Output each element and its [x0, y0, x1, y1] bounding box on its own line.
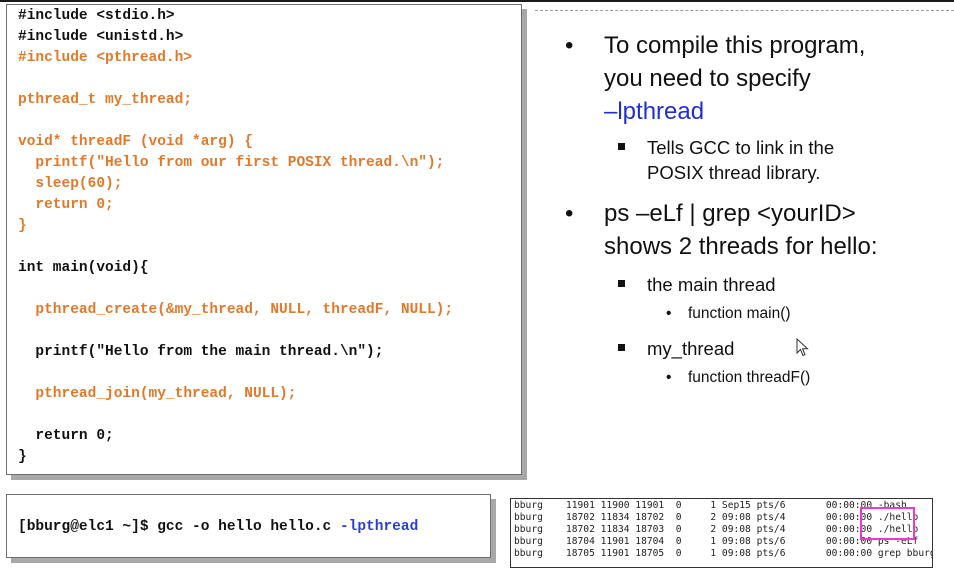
code-line-15: } — [18, 449, 27, 465]
code-line-11: pthread_create(&my_thread, NULL, threadF… — [18, 302, 454, 318]
ps-row: bburg 18702 11834 18703 0 2 09:08 pts/4 … — [514, 524, 919, 535]
hello-highlight-box — [860, 507, 915, 540]
mouse-cursor-icon — [796, 338, 809, 357]
code-line-6: printf("Hello from our first POSIX threa… — [18, 155, 445, 171]
compile-line-1: To compile this program, — [604, 32, 866, 59]
code-line-13: pthread_join(my_thread, NULL); — [18, 386, 297, 402]
code-line-8: return 0; — [18, 197, 114, 213]
code-line-14: return 0; — [18, 428, 114, 444]
square-bullet-icon — [618, 280, 625, 287]
threadF-fn-label: function threadF() — [688, 369, 811, 386]
gcc-line-1: Tells GCC to link in the — [647, 137, 835, 158]
code-line-7: sleep(60); — [18, 176, 123, 192]
ps-line-1: ps –eLf | grep <yourID> — [604, 200, 856, 227]
code-line-12: printf("Hello from the main thread.\n"); — [18, 344, 384, 360]
bullet-dot-icon: • — [666, 369, 672, 386]
compile-command-box: [bburg@elc1 ~]$ gcc -o hello hello.c -lp… — [6, 494, 491, 558]
square-bullet-icon — [618, 344, 625, 351]
slide-bullets: • To compile this program, you need to s… — [565, 0, 950, 400]
my-thread-label: my_thread — [647, 338, 735, 359]
ps-row: bburg 11901 11900 11901 0 1 Sep15 pts/6 … — [514, 500, 907, 511]
gcc-line-2: POSIX thread library. — [647, 162, 821, 183]
main-thread-label: the main thread — [647, 274, 776, 295]
bullet-dot-icon: • — [565, 32, 574, 59]
compile-command: [bburg@elc1 ~]$ gcc -o hello hello.c -lp… — [18, 518, 418, 536]
bullet-dot-icon: • — [666, 305, 672, 322]
main-fn-label: function main() — [688, 305, 791, 322]
compile-flag: –lpthread — [604, 98, 705, 125]
ps-row: bburg 18702 11834 18702 0 2 09:08 pts/4 … — [514, 512, 919, 523]
ps-row: bburg 18704 11901 18704 0 1 09:08 pts/6 … — [514, 536, 919, 547]
code-line-10: int main(void){ — [18, 260, 149, 276]
code-line-5: void* threadF (void *arg) { — [18, 134, 253, 150]
bullet-dot-icon: • — [565, 200, 574, 227]
code-line-4: pthread_t my_thread; — [18, 92, 193, 108]
command-flag: -lpthread — [339, 519, 419, 535]
command-prompt: [bburg@elc1 ~]$ gcc -o hello hello.c — [18, 519, 340, 535]
code-listing: #include <stdio.h> #include <unistd.h> #… — [6, 4, 522, 475]
code-line-9: } — [18, 218, 27, 234]
ps-line-2: shows 2 threads for hello: — [604, 233, 878, 260]
compile-line-2: you need to specify — [604, 65, 811, 92]
ps-row: bburg 18705 11901 18705 0 1 09:08 pts/6 … — [514, 548, 933, 559]
code-line-3: #include <pthread.h> — [18, 50, 193, 66]
code-line-1: #include <stdio.h> — [18, 8, 175, 24]
square-bullet-icon — [618, 143, 625, 150]
code-line-2: #include <unistd.h> — [18, 29, 184, 45]
